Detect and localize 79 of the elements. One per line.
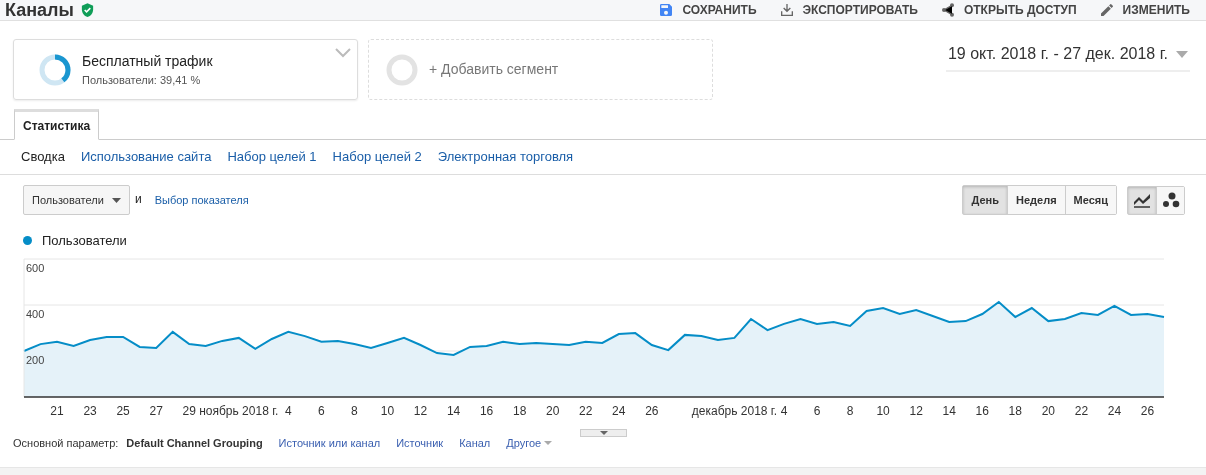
empty-ring-icon bbox=[385, 52, 419, 87]
x-axis-label: 10 bbox=[380, 403, 395, 418]
save-icon bbox=[658, 2, 675, 18]
x-axis-label: 16 bbox=[975, 403, 989, 418]
x-axis-label: 16 bbox=[479, 403, 494, 418]
caret-icon bbox=[599, 430, 608, 435]
dimension-link[interactable]: Канал bbox=[459, 434, 491, 451]
page-title: Каналы bbox=[5, 1, 74, 19]
motion-chart-toggle[interactable] bbox=[1156, 186, 1184, 214]
x-axis-label: 27 bbox=[149, 403, 163, 418]
x-axis-label: 22 bbox=[1074, 403, 1089, 418]
x-axis-label: 21 bbox=[50, 403, 64, 418]
metric-dropdown[interactable]: Пользователи bbox=[23, 185, 130, 215]
subnav-link[interactable]: Сводка bbox=[21, 147, 65, 167]
line-chart-icon bbox=[1133, 192, 1151, 208]
toolbar-button[interactable]: ОТКРЫТЬ ДОСТУП bbox=[939, 1, 1077, 19]
x-axis-label: 14 bbox=[942, 403, 956, 418]
subnav-link[interactable]: Электронная торговля bbox=[437, 147, 574, 167]
share-icon bbox=[939, 2, 956, 18]
tab[interactable]: Статистика bbox=[14, 109, 100, 140]
x-axis-label: 8 bbox=[351, 403, 358, 418]
x-axis-label: 18 bbox=[512, 403, 527, 418]
period-button[interactable]: Месяц bbox=[1064, 186, 1116, 214]
scroll-handle[interactable] bbox=[580, 428, 627, 437]
dimension-link[interactable]: Default Channel Grouping bbox=[126, 434, 263, 451]
metric-picker-link[interactable]: Выбор показателя bbox=[154, 191, 249, 209]
x-axis-label: 10 bbox=[876, 403, 890, 418]
x-axis-label: 29 bbox=[182, 403, 196, 418]
y-axis-label: 200 bbox=[26, 353, 45, 366]
subnav-link[interactable]: Набор целей 1 bbox=[227, 147, 317, 167]
add-segment-label: + Добавить сегмент bbox=[429, 60, 559, 79]
x-axis-label: 6 bbox=[318, 403, 325, 418]
dimension-link[interactable]: Источник bbox=[396, 434, 444, 451]
x-axis-label: 24 bbox=[1107, 403, 1122, 418]
x-axis-label: 12 bbox=[909, 403, 923, 418]
caret-icon bbox=[544, 440, 553, 445]
x-axis-label: 20 bbox=[1041, 403, 1056, 418]
x-axis-label: 12 bbox=[413, 403, 428, 418]
x-axis-label: декабрь 2018 г. bbox=[691, 403, 778, 418]
segment-subtitle: Пользователи: 39,41 % bbox=[82, 72, 202, 88]
x-axis-label: 26 bbox=[1140, 403, 1155, 418]
segment-card[interactable]: Бесплатный трафик Пользователи: 39,41 % bbox=[13, 39, 358, 100]
download-icon bbox=[778, 2, 795, 18]
x-axis-label: 25 bbox=[116, 403, 130, 418]
y-axis-label: 400 bbox=[26, 307, 45, 320]
x-axis-label: 23 bbox=[83, 403, 97, 418]
period-button[interactable]: День bbox=[963, 186, 1007, 214]
subnav-link[interactable]: Набор целей 2 bbox=[332, 147, 422, 167]
x-axis-label: 24 bbox=[612, 403, 626, 418]
segment-name: Бесплатный трафик bbox=[82, 51, 213, 71]
y-axis-label: 600 bbox=[26, 261, 45, 274]
pencil-icon bbox=[1098, 2, 1115, 18]
caret-icon bbox=[1176, 50, 1188, 58]
x-axis-label: 4 bbox=[780, 403, 788, 418]
x-axis-label: ноябрь 2018 г. bbox=[199, 403, 279, 418]
date-range-picker[interactable]: 19 окт. 2018 г. - 27 дек. 2018 г. bbox=[945, 42, 1190, 72]
dimension-label: Основной параметр: bbox=[13, 435, 119, 451]
line-chart-toggle[interactable] bbox=[1128, 186, 1156, 214]
x-axis-label: 22 bbox=[579, 403, 593, 418]
x-axis-label: 18 bbox=[1008, 403, 1022, 418]
subnav-link[interactable]: Использование сайта bbox=[80, 147, 212, 167]
period-button[interactable]: Неделя bbox=[1007, 186, 1065, 214]
conjunction-label: и bbox=[135, 190, 142, 208]
toolbar-button[interactable]: ИЗМЕНИТЬ bbox=[1098, 1, 1190, 19]
x-axis-label: 8 bbox=[846, 403, 854, 418]
x-axis-label: 6 bbox=[813, 403, 821, 418]
donut-icon bbox=[38, 52, 72, 87]
x-axis-label: 4 bbox=[285, 403, 292, 418]
add-segment-card[interactable]: + Добавить сегмент bbox=[368, 39, 713, 100]
toolbar-button[interactable]: СОХРАНИТЬ bbox=[658, 1, 757, 19]
x-axis-label: 20 bbox=[546, 403, 560, 418]
x-axis-label: 26 bbox=[645, 403, 659, 418]
x-axis-label: 14 bbox=[446, 403, 461, 418]
caret-icon bbox=[112, 197, 121, 203]
more-dimensions-dropdown[interactable]: Другое bbox=[506, 434, 553, 451]
dimension-link[interactable]: Источник или канал bbox=[278, 434, 381, 451]
toolbar-button[interactable]: ЭКСПОРТИРОВАТЬ bbox=[778, 1, 918, 19]
bubbles-icon bbox=[1161, 192, 1180, 208]
legend-label: Пользователи bbox=[42, 232, 127, 250]
